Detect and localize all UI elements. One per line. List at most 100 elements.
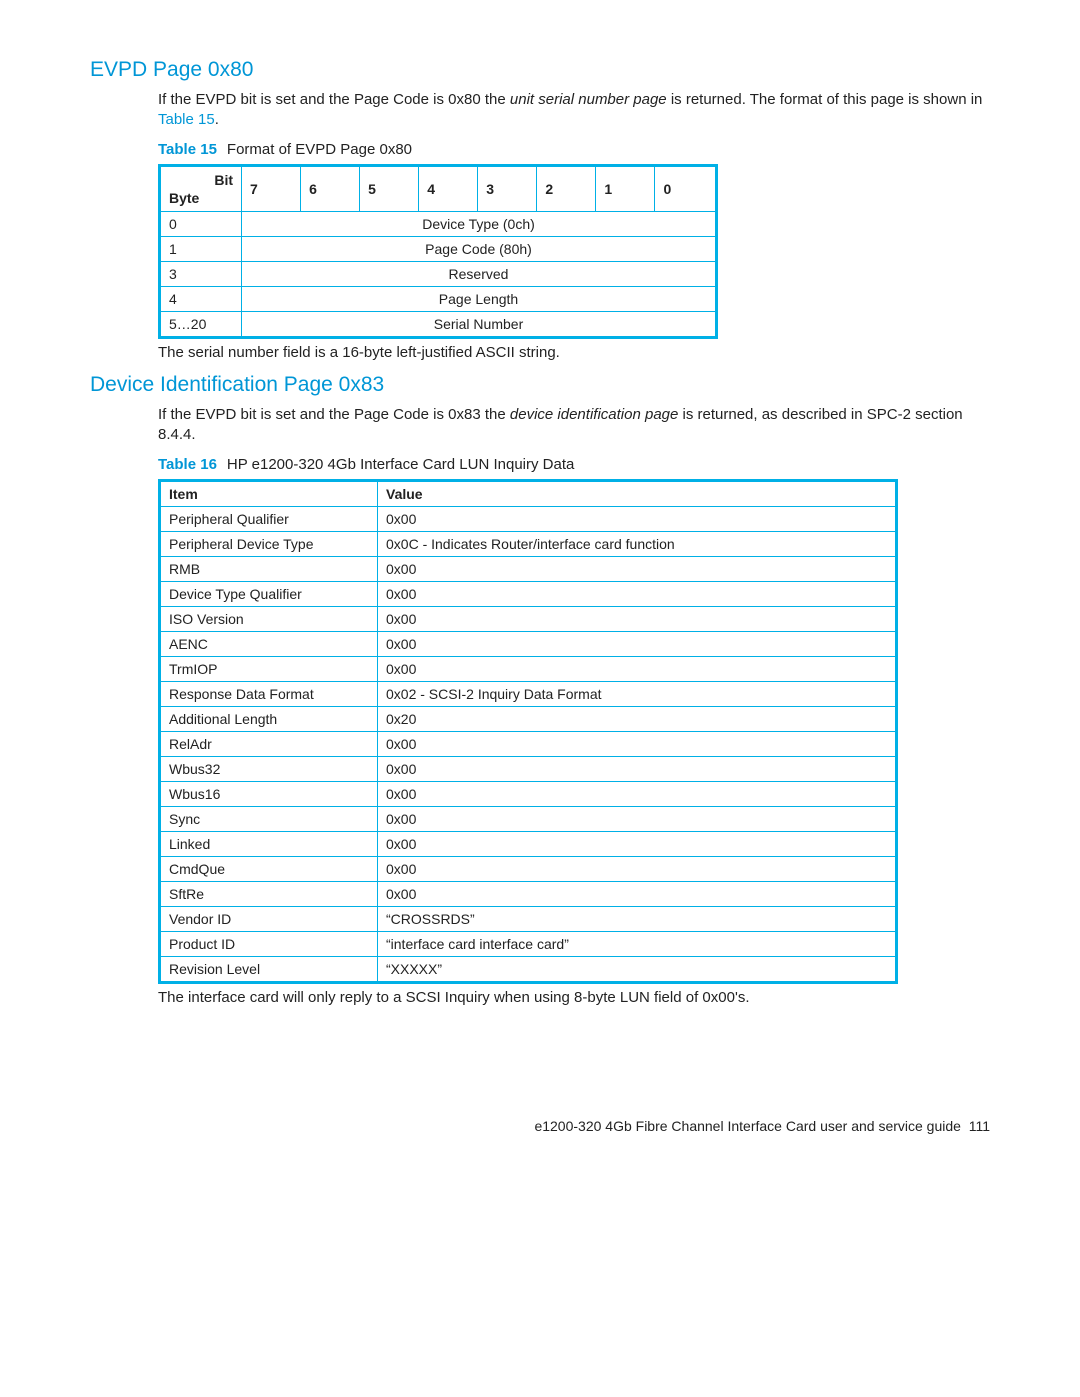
item-cell: RMB xyxy=(160,556,378,581)
byte-cell: 5…20 xyxy=(160,311,242,337)
s1-ital: unit serial number page xyxy=(510,91,667,108)
table-row: Response Data Format0x02 - SCSI-2 Inquir… xyxy=(160,681,897,706)
table-row: Wbus320x00 xyxy=(160,756,897,781)
item-cell: CmdQue xyxy=(160,856,378,881)
table16-header-row: Item Value xyxy=(160,480,897,506)
table15-corner: Bit Byte xyxy=(160,165,242,211)
bit-0: 0 xyxy=(655,165,717,211)
footer-page: 111 xyxy=(969,1118,990,1134)
item-cell: Sync xyxy=(160,806,378,831)
item-cell: Additional Length xyxy=(160,706,378,731)
item-cell: Linked xyxy=(160,831,378,856)
value-cell: 0x00 xyxy=(378,656,897,681)
section1-para: If the EVPD bit is set and the Page Code… xyxy=(158,90,990,131)
table-row: 3Reserved xyxy=(160,261,717,286)
table16-caption: Table 16 HP e1200-320 4Gb Interface Card … xyxy=(158,456,990,473)
byte-cell: 0 xyxy=(160,211,242,236)
value-cell: 0x00 xyxy=(378,831,897,856)
value-cell: 0x20 xyxy=(378,706,897,731)
page-footer: e1200-320 4Gb Fibre Channel Interface Ca… xyxy=(90,1118,990,1134)
table16-title: HP e1200-320 4Gb Interface Card LUN Inqu… xyxy=(227,456,574,473)
table-row: ISO Version0x00 xyxy=(160,606,897,631)
byte-cell: 4 xyxy=(160,286,242,311)
head-value: Value xyxy=(378,480,897,506)
section1-after: The serial number field is a 16-byte lef… xyxy=(158,343,990,363)
item-cell: Revision Level xyxy=(160,956,378,982)
table-row: 4Page Length xyxy=(160,286,717,311)
value-cell: “CROSSRDS” xyxy=(378,906,897,931)
table-row: Sync0x00 xyxy=(160,806,897,831)
value-cell: 0x00 xyxy=(378,806,897,831)
value-cell: 0x00 xyxy=(378,881,897,906)
table-row: 0Device Type (0ch) xyxy=(160,211,717,236)
bit-5: 5 xyxy=(360,165,419,211)
value-cell: 0x00 xyxy=(378,631,897,656)
table15-label: Table 15 xyxy=(158,141,217,158)
section2-para: If the EVPD bit is set and the Page Code… xyxy=(158,405,990,446)
table15-header-row: Bit Byte 7 6 5 4 3 2 1 0 xyxy=(160,165,717,211)
head-item: Item xyxy=(160,480,378,506)
footer-text: e1200-320 4Gb Fibre Channel Interface Ca… xyxy=(534,1118,960,1134)
bit-3: 3 xyxy=(478,165,537,211)
item-cell: Wbus16 xyxy=(160,781,378,806)
bit-6: 6 xyxy=(301,165,360,211)
span-cell: Page Length xyxy=(242,286,717,311)
span-cell: Device Type (0ch) xyxy=(242,211,717,236)
table-row: Wbus160x00 xyxy=(160,781,897,806)
byte-cell: 3 xyxy=(160,261,242,286)
item-cell: Wbus32 xyxy=(160,756,378,781)
item-cell: RelAdr xyxy=(160,731,378,756)
bit-label: Bit xyxy=(214,172,233,188)
section-heading-device-id: Device Identification Page 0x83 xyxy=(90,373,990,397)
value-cell: 0x00 xyxy=(378,581,897,606)
item-cell: AENC xyxy=(160,631,378,656)
table-row: SftRe0x00 xyxy=(160,881,897,906)
table-row: Device Type Qualifier0x00 xyxy=(160,581,897,606)
table-row: Linked0x00 xyxy=(160,831,897,856)
table-row: 5…20Serial Number xyxy=(160,311,717,337)
value-cell: 0x02 - SCSI-2 Inquiry Data Format xyxy=(378,681,897,706)
value-cell: “interface card interface card” xyxy=(378,931,897,956)
item-cell: ISO Version xyxy=(160,606,378,631)
value-cell: 0x00 xyxy=(378,556,897,581)
s1-post2: . xyxy=(215,111,219,128)
value-cell: 0x00 xyxy=(378,731,897,756)
value-cell: “XXXXX” xyxy=(378,956,897,982)
value-cell: 0x00 xyxy=(378,781,897,806)
table-row: CmdQue0x00 xyxy=(160,856,897,881)
table-row: Revision Level“XXXXX” xyxy=(160,956,897,982)
value-cell: 0x00 xyxy=(378,756,897,781)
item-cell: TrmIOP xyxy=(160,656,378,681)
s1-post1: is returned. The format of this page is … xyxy=(667,91,983,108)
item-cell: Peripheral Device Type xyxy=(160,531,378,556)
table16: Item Value Peripheral Qualifier0x00 Peri… xyxy=(158,479,898,984)
table-row: RMB0x00 xyxy=(160,556,897,581)
s1-link[interactable]: Table 15 xyxy=(158,111,215,128)
table-row: Peripheral Device Type0x0C - Indicates R… xyxy=(160,531,897,556)
item-cell: Response Data Format xyxy=(160,681,378,706)
span-cell: Page Code (80h) xyxy=(242,236,717,261)
bit-2: 2 xyxy=(537,165,596,211)
table-row: Product ID“interface card interface card… xyxy=(160,931,897,956)
bit-1: 1 xyxy=(596,165,655,211)
s1-pre: If the EVPD bit is set and the Page Code… xyxy=(158,91,510,108)
table-row: AENC0x00 xyxy=(160,631,897,656)
span-cell: Serial Number xyxy=(242,311,717,337)
value-cell: 0x00 xyxy=(378,506,897,531)
item-cell: Vendor ID xyxy=(160,906,378,931)
table15-title: Format of EVPD Page 0x80 xyxy=(227,141,412,158)
span-cell: Reserved xyxy=(242,261,717,286)
value-cell: 0x0C - Indicates Router/interface card f… xyxy=(378,531,897,556)
item-cell: Product ID xyxy=(160,931,378,956)
table-row: Peripheral Qualifier0x00 xyxy=(160,506,897,531)
table-row: TrmIOP0x00 xyxy=(160,656,897,681)
table-row: Additional Length0x20 xyxy=(160,706,897,731)
item-cell: Device Type Qualifier xyxy=(160,581,378,606)
s2-pre: If the EVPD bit is set and the Page Code… xyxy=(158,406,510,423)
table15-caption: Table 15 Format of EVPD Page 0x80 xyxy=(158,141,990,158)
section-heading-evpd: EVPD Page 0x80 xyxy=(90,58,990,82)
table-row: Vendor ID“CROSSRDS” xyxy=(160,906,897,931)
table16-label: Table 16 xyxy=(158,456,217,473)
value-cell: 0x00 xyxy=(378,606,897,631)
value-cell: 0x00 xyxy=(378,856,897,881)
